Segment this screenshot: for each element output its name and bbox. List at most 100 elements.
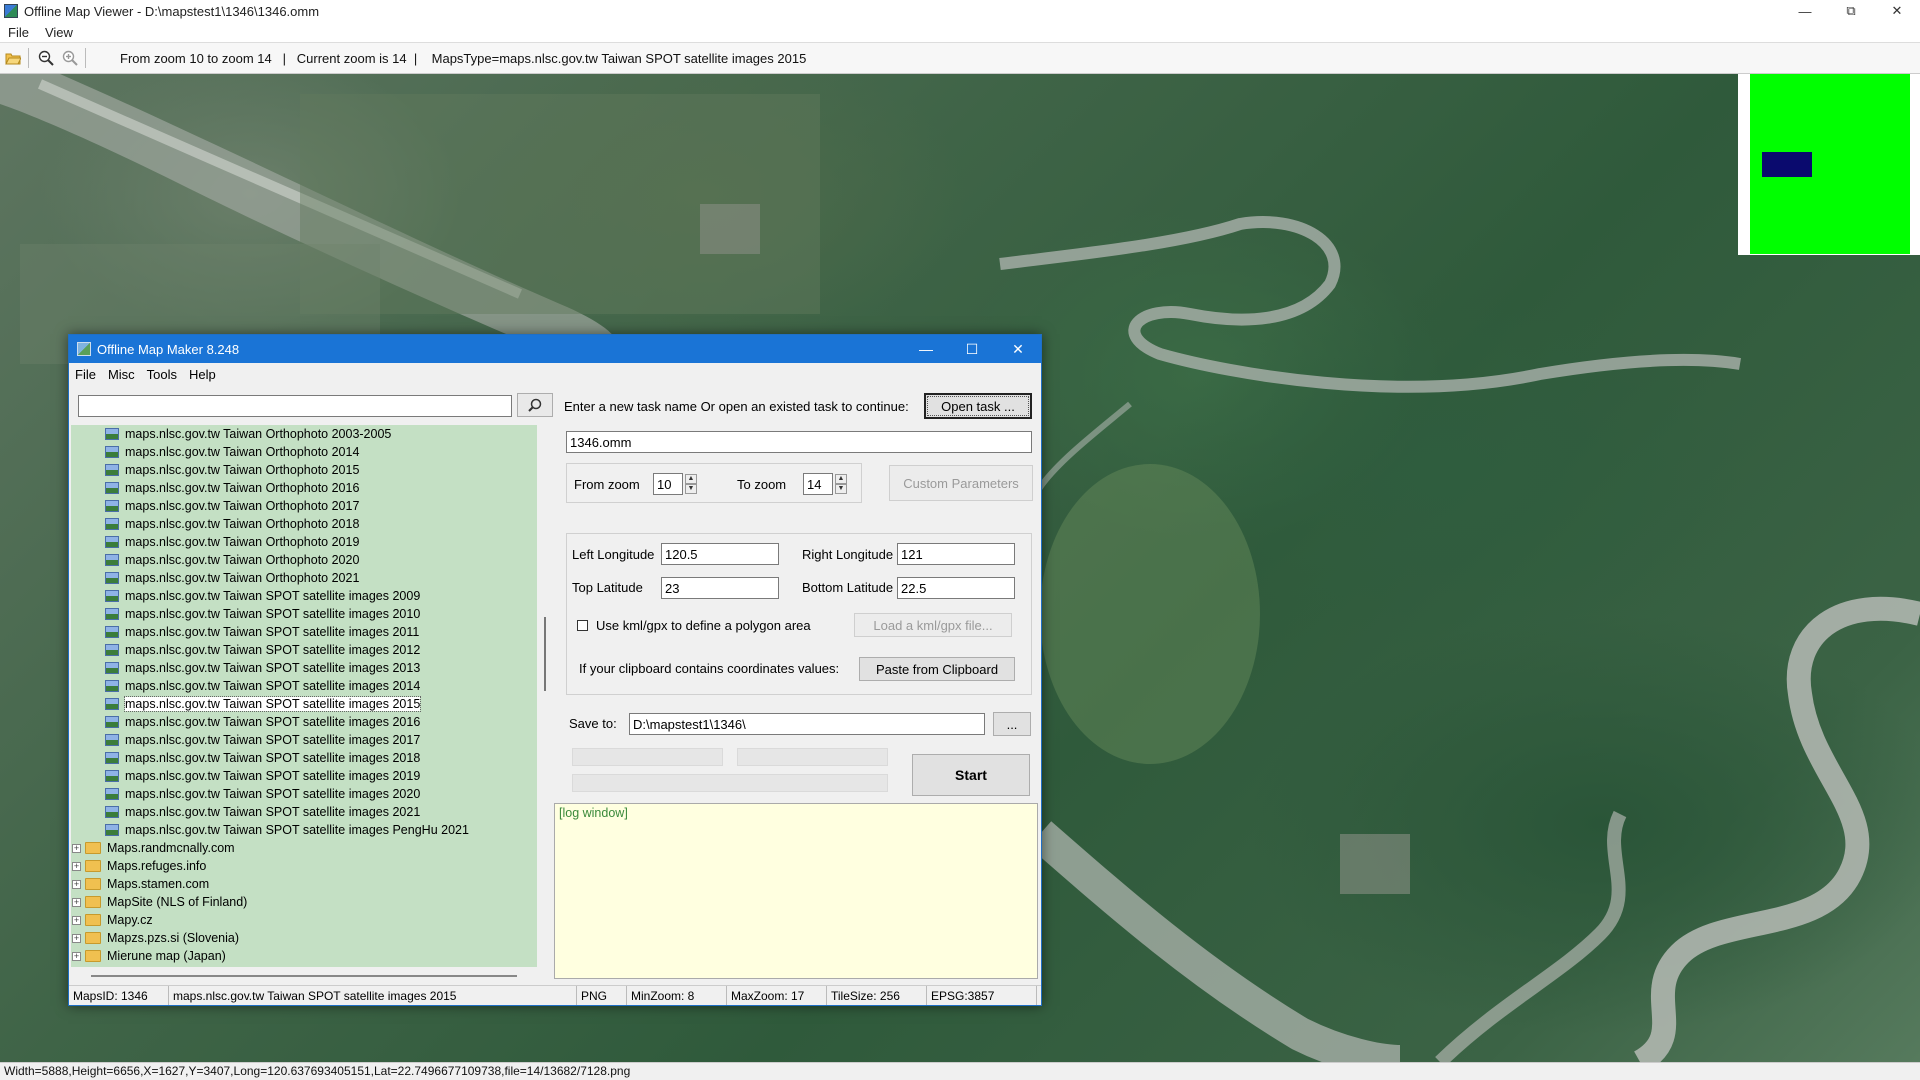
tree-map-item[interactable]: maps.nlsc.gov.tw Taiwan Orthophoto 2021 <box>71 569 537 587</box>
dialog-close-button[interactable]: ✕ <box>995 335 1041 363</box>
from-zoom-label: From zoom <box>574 477 640 492</box>
tree-expand-icon[interactable]: + <box>72 879 81 889</box>
tree-map-item[interactable]: maps.nlsc.gov.tw Taiwan Orthophoto 2017 <box>71 497 537 515</box>
log-scrollbar[interactable] <box>1025 804 1037 978</box>
dialog-menu-misc[interactable]: Misc <box>102 367 141 382</box>
tree-item-label: maps.nlsc.gov.tw Taiwan SPOT satellite i… <box>125 787 421 801</box>
tree-folder-item[interactable]: + Mapzs.pzs.si (Slovenia) <box>71 929 537 947</box>
dialog-menu-tools[interactable]: Tools <box>141 367 183 382</box>
tree-map-item[interactable]: maps.nlsc.gov.tw Taiwan SPOT satellite i… <box>71 749 537 767</box>
top-latitude-input[interactable] <box>661 577 779 599</box>
minimize-button[interactable]: — <box>1782 0 1828 22</box>
tree-map-item[interactable]: maps.nlsc.gov.tw Taiwan SPOT satellite i… <box>71 695 537 713</box>
paste-from-clipboard-button[interactable]: Paste from Clipboard <box>859 657 1015 681</box>
tree-map-item[interactable]: maps.nlsc.gov.tw Taiwan SPOT satellite i… <box>71 641 537 659</box>
right-longitude-input[interactable] <box>897 543 1015 565</box>
to-zoom-input[interactable] <box>803 473 833 495</box>
open-task-button[interactable]: Open task ... <box>924 393 1032 419</box>
minimap[interactable] <box>1738 74 1920 255</box>
map-layer-icon <box>105 788 119 800</box>
tree-map-item[interactable]: maps.nlsc.gov.tw Taiwan Orthophoto 2018 <box>71 515 537 533</box>
menu-file[interactable]: File <box>0 25 37 40</box>
dialog-title: Offline Map Maker 8.248 <box>97 341 240 357</box>
from-zoom-stepper[interactable]: ▲ ▼ <box>685 474 697 494</box>
tree-map-item[interactable]: maps.nlsc.gov.tw Taiwan Orthophoto 2019 <box>71 533 537 551</box>
top-latitude-label: Top Latitude <box>572 580 643 595</box>
tree-expand-icon[interactable]: + <box>72 843 81 853</box>
task-name-input[interactable] <box>566 431 1032 453</box>
tree-folder-item[interactable]: + Mapy.cz <box>71 911 537 929</box>
zoom-in-icon[interactable] <box>59 47 81 69</box>
tree-map-item[interactable]: maps.nlsc.gov.tw Taiwan Orthophoto 2014 <box>71 443 537 461</box>
save-to-path-input[interactable] <box>629 713 985 735</box>
start-button[interactable]: Start <box>912 754 1030 796</box>
status-maps-name: maps.nlsc.gov.tw Taiwan SPOT satellite i… <box>169 986 577 1005</box>
tree-expand-icon[interactable]: + <box>72 915 81 925</box>
close-button[interactable]: ✕ <box>1874 0 1920 22</box>
status-format: PNG <box>577 986 627 1005</box>
kml-polygon-checkbox[interactable] <box>577 620 588 631</box>
tree-map-item[interactable]: maps.nlsc.gov.tw Taiwan SPOT satellite i… <box>71 731 537 749</box>
tree-map-item[interactable]: maps.nlsc.gov.tw Taiwan SPOT satellite i… <box>71 623 537 641</box>
map-source-tree[interactable]: maps.nlsc.gov.tw Taiwan Orthophoto 2003-… <box>71 425 537 967</box>
tree-item-label: maps.nlsc.gov.tw Taiwan SPOT satellite i… <box>125 823 469 837</box>
restore-button[interactable]: ⧉ <box>1828 0 1874 22</box>
map-layer-icon <box>105 824 119 836</box>
tree-item-label: Maps.refuges.info <box>107 859 207 873</box>
dialog-minimize-button[interactable]: — <box>903 335 949 363</box>
tree-map-item[interactable]: maps.nlsc.gov.tw Taiwan SPOT satellite i… <box>71 659 537 677</box>
tree-folder-item[interactable]: + Maps.stamen.com <box>71 875 537 893</box>
custom-parameters-button[interactable]: Custom Parameters <box>889 465 1033 501</box>
minimap-viewport[interactable] <box>1762 152 1812 177</box>
tree-expand-icon[interactable]: + <box>72 933 81 943</box>
tree-map-item[interactable]: maps.nlsc.gov.tw Taiwan SPOT satellite i… <box>71 785 537 803</box>
progress-bar-1 <box>572 748 723 766</box>
tree-map-item[interactable]: maps.nlsc.gov.tw Taiwan SPOT satellite i… <box>71 677 537 695</box>
tree-map-item[interactable]: maps.nlsc.gov.tw Taiwan Orthophoto 2020 <box>71 551 537 569</box>
app-icon <box>4 4 18 18</box>
tree-vertical-scrollbar[interactable] <box>541 425 551 967</box>
tree-map-item[interactable]: maps.nlsc.gov.tw Taiwan Orthophoto 2003-… <box>71 425 537 443</box>
map-search-input[interactable] <box>78 395 512 417</box>
browse-button[interactable]: ... <box>993 712 1031 736</box>
tree-folder-item[interactable]: + Maps.refuges.info <box>71 857 537 875</box>
status-maps-id: MapsID: 1346 <box>69 986 169 1005</box>
bottom-latitude-input[interactable] <box>897 577 1015 599</box>
tree-expand-icon[interactable]: + <box>72 951 81 961</box>
tree-expand-icon[interactable]: + <box>72 897 81 907</box>
tree-map-item[interactable]: maps.nlsc.gov.tw Taiwan SPOT satellite i… <box>71 713 537 731</box>
tree-item-label: maps.nlsc.gov.tw Taiwan Orthophoto 2018 <box>125 517 360 531</box>
tree-map-item[interactable]: maps.nlsc.gov.tw Taiwan SPOT satellite i… <box>71 803 537 821</box>
tree-map-item[interactable]: maps.nlsc.gov.tw Taiwan SPOT satellite i… <box>71 767 537 785</box>
folder-icon <box>85 914 101 926</box>
tree-folder-item[interactable]: + Maps.randmcnally.com <box>71 839 537 857</box>
tree-map-item[interactable]: maps.nlsc.gov.tw Taiwan Orthophoto 2016 <box>71 479 537 497</box>
tree-map-item[interactable]: maps.nlsc.gov.tw Taiwan SPOT satellite i… <box>71 587 537 605</box>
zoom-out-icon[interactable] <box>35 47 57 69</box>
tree-map-item[interactable]: maps.nlsc.gov.tw Taiwan Orthophoto 2015 <box>71 461 537 479</box>
load-kml-button[interactable]: Load a kml/gpx file... <box>854 613 1012 637</box>
dialog-maximize-button[interactable]: ☐ <box>949 335 995 363</box>
map-layer-icon <box>105 536 119 548</box>
open-folder-icon[interactable] <box>2 47 24 69</box>
tree-horizontal-scrollbar[interactable] <box>71 971 537 981</box>
tree-item-label: maps.nlsc.gov.tw Taiwan SPOT satellite i… <box>125 715 421 729</box>
tree-item-label: maps.nlsc.gov.tw Taiwan SPOT satellite i… <box>125 661 421 675</box>
from-zoom-input[interactable] <box>653 473 683 495</box>
search-button[interactable] <box>517 393 553 417</box>
map-layer-icon <box>105 662 119 674</box>
tree-folder-item[interactable]: + MapSite (NLS of Finland) <box>71 893 537 911</box>
tree-map-item[interactable]: maps.nlsc.gov.tw Taiwan SPOT satellite i… <box>71 605 537 623</box>
folder-icon <box>85 932 101 944</box>
left-longitude-input[interactable] <box>661 543 779 565</box>
menu-view[interactable]: View <box>37 25 81 40</box>
tree-folder-item[interactable]: + Mierune map (Japan) <box>71 947 537 965</box>
offline-map-maker-dialog: Offline Map Maker 8.248 — ☐ ✕ File Misc … <box>68 334 1042 1006</box>
dialog-menu-help[interactable]: Help <box>183 367 222 382</box>
log-window[interactable]: [log window] <box>554 803 1038 979</box>
dialog-menu-file[interactable]: File <box>69 367 102 382</box>
tree-map-item[interactable]: maps.nlsc.gov.tw Taiwan SPOT satellite i… <box>71 821 537 839</box>
tree-expand-icon[interactable]: + <box>72 861 81 871</box>
outer-window-title: Offline Map Viewer - D:\mapstest1\1346\1… <box>24 3 320 19</box>
to-zoom-stepper[interactable]: ▲ ▼ <box>835 474 847 494</box>
